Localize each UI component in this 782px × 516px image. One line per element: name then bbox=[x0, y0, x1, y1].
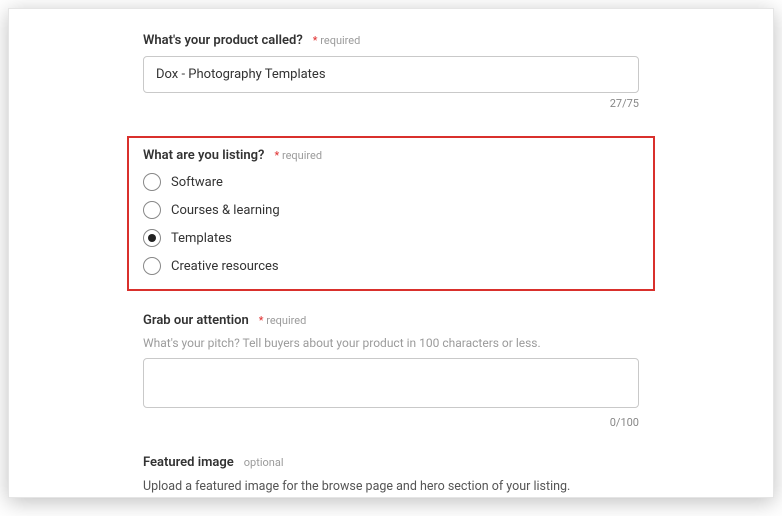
radio-icon bbox=[143, 229, 161, 247]
radio-icon bbox=[143, 173, 161, 191]
product-name-counter: 27/75 bbox=[143, 97, 639, 110]
attention-section: Grab our attention * required What's you… bbox=[143, 313, 639, 429]
attention-hint: What's your pitch? Tell buyers about you… bbox=[143, 336, 639, 350]
radio-option-courses[interactable]: Courses & learning bbox=[143, 201, 639, 219]
product-name-section: What's your product called? * required 2… bbox=[143, 33, 639, 110]
attention-label: Grab our attention bbox=[143, 313, 249, 328]
featured-image-description: Upload a featured image for the browse p… bbox=[143, 478, 639, 498]
featured-image-section: Featured image optional Upload a feature… bbox=[143, 455, 639, 498]
radio-icon bbox=[143, 257, 161, 275]
product-name-input[interactable] bbox=[143, 56, 639, 93]
radio-label: Courses & learning bbox=[171, 203, 280, 218]
required-indicator: * required bbox=[274, 149, 322, 162]
featured-image-label: Featured image bbox=[143, 455, 234, 470]
radio-label: Software bbox=[171, 175, 223, 190]
attention-textarea[interactable] bbox=[143, 358, 639, 408]
listing-type-section: What are you listing? * required Softwar… bbox=[127, 136, 655, 291]
radio-label: Creative resources bbox=[171, 259, 279, 274]
radio-option-software[interactable]: Software bbox=[143, 173, 639, 191]
required-indicator: * required bbox=[313, 34, 361, 47]
radio-option-templates[interactable]: Templates bbox=[143, 229, 639, 247]
required-indicator: * required bbox=[259, 314, 307, 327]
listing-type-label: What are you listing? bbox=[143, 148, 264, 163]
radio-label: Templates bbox=[171, 231, 232, 246]
attention-counter: 0/100 bbox=[143, 416, 639, 429]
optional-indicator: optional bbox=[244, 456, 284, 469]
radio-icon bbox=[143, 201, 161, 219]
radio-option-creative[interactable]: Creative resources bbox=[143, 257, 639, 275]
product-name-label: What's your product called? bbox=[143, 33, 303, 48]
listing-type-radio-group: Software Courses & learning Templates Cr… bbox=[143, 173, 639, 275]
